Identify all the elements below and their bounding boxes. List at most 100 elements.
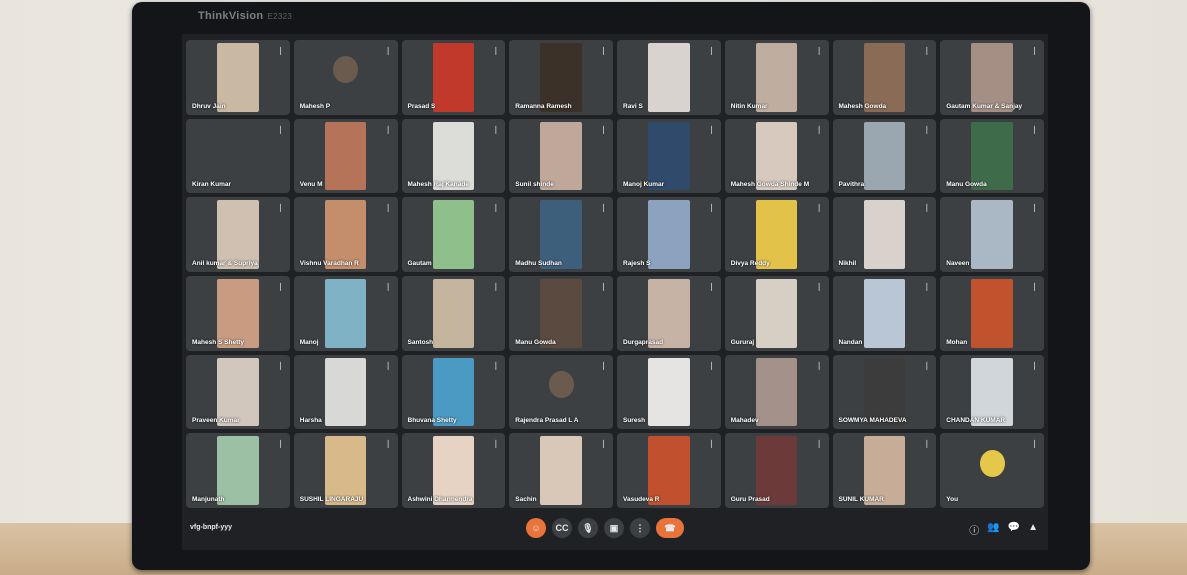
participant-grid: ❘ Dhruv Jain ❘ Mahesh P ❘ Prasad S ❘ Ramanna Ra… <box>186 40 1044 508</box>
participant-tile[interactable]: ❘ Mahesh Gowda Shinde M <box>724 118 829 194</box>
participant-tile[interactable]: ❘ Mohan <box>940 275 1044 351</box>
participant-tile[interactable]: ❘ Manjunath <box>186 433 290 508</box>
participant-tile[interactable]: ❘ Nikhil <box>832 197 937 272</box>
mic-muted-icon: ❘ <box>492 360 500 370</box>
participant-tile[interactable]: ❘ Bhuvana Shetty <box>401 354 506 430</box>
participant-video <box>863 278 906 348</box>
mic-muted-icon: ❘ <box>384 124 392 134</box>
participant-tile[interactable]: ❘ Anil kumar & Supriya <box>186 197 290 272</box>
participant-tile[interactable]: ❘ Divya Reddy <box>724 197 829 272</box>
participant-name: Divya Reddy <box>730 259 770 267</box>
participant-tile[interactable]: ❘ Manoj Kumar <box>617 118 721 194</box>
participant-tile[interactable]: ❘ Manoj <box>293 275 398 351</box>
participant-tile[interactable]: ❘ CHANDAN KUMAR <box>940 354 1044 430</box>
participant-tile[interactable]: ❘ Mahesh S Shetty <box>186 275 290 351</box>
participant-tile[interactable]: ❘ Nandan <box>832 275 937 351</box>
participant-video <box>432 43 475 112</box>
mic-muted-icon: ❘ <box>277 46 284 55</box>
participant-name: Vasudeva R <box>623 495 660 503</box>
participant-video <box>971 278 1013 348</box>
participant-tile[interactable]: ❘ Sunil shinde <box>509 118 613 194</box>
participant-tile[interactable]: ❘ Manu Gowda <box>509 275 613 351</box>
mic-muted-icon: ❘ <box>1031 360 1038 370</box>
people-icon[interactable]: 👥 <box>987 522 999 537</box>
participant-tile[interactable]: ❘ Harsha <box>293 354 398 430</box>
mic-muted-icon: ❘ <box>277 439 284 449</box>
participant-tile[interactable]: ❘ Suresh <box>617 354 721 430</box>
participant-tile[interactable]: ❘ Durgaprasad <box>617 275 721 351</box>
reactions-button[interactable]: ☺ <box>526 518 546 538</box>
mic-muted-icon: ❘ <box>600 439 607 449</box>
info-icon[interactable]: ⓘ <box>969 522 979 537</box>
mic-muted-icon: ❘ <box>277 124 284 134</box>
participant-name: Rajendra Prasad L A <box>515 417 579 425</box>
participant-tile[interactable]: ❘ Dhruv Jain <box>186 40 290 115</box>
meet-screen: ❘ Dhruv Jain ❘ Mahesh P ❘ Prasad S ❘ Ramanna Ra… <box>182 34 1048 550</box>
participant-tile[interactable]: ❘ Mahadev <box>724 354 829 430</box>
participant-tile[interactable]: ❘ Mahesh Raj Kanade <box>401 118 506 194</box>
participant-name: Mahesh Raj Kanade <box>407 181 469 189</box>
mic-muted-icon: ❘ <box>815 281 823 291</box>
chat-icon[interactable]: 💬 <box>1008 522 1020 537</box>
participant-name: Venu M <box>299 181 323 189</box>
participant-name: Gururaj <box>730 338 755 346</box>
participant-tile[interactable]: ❘ Mahesh P <box>293 40 398 115</box>
mic-muted-icon: ❘ <box>384 46 392 55</box>
participant-tile[interactable]: ❘ Gautam <box>401 197 506 272</box>
participant-video <box>648 278 690 348</box>
mic-muted-icon: ❘ <box>815 360 823 370</box>
participant-tile[interactable]: ❘ Santosh <box>401 275 506 351</box>
participant-name: Vishnu Varadhan R <box>299 259 359 267</box>
participant-tile[interactable]: ❘ Ravi S <box>617 40 721 115</box>
camera-button[interactable]: ▣ <box>604 518 624 538</box>
participant-tile[interactable]: ❘ Manu Gowda <box>940 118 1044 194</box>
participant-name: Manoj Kumar <box>623 181 665 189</box>
participant-name: Prasad S <box>407 102 436 110</box>
participant-tile[interactable]: ❘ Vishnu Varadhan R <box>293 197 398 272</box>
participant-tile[interactable]: ❘ Ramanna Ramesh <box>509 40 613 115</box>
mic-button[interactable]: 🎙 <box>578 518 598 538</box>
participant-tile[interactable]: ❘ Rajesh S <box>617 197 721 272</box>
participant-tile[interactable]: ❘ Nitin Kumar <box>724 40 829 115</box>
participant-tile[interactable]: ❘ SUSHIL LINGARAJU <box>293 433 398 508</box>
mic-muted-icon: ❘ <box>384 439 392 449</box>
participant-tile[interactable]: ❘ Praveen Kumar <box>186 354 290 430</box>
participant-tile[interactable]: ❘ Gururaj <box>724 275 829 351</box>
participant-tile[interactable]: ❘ Guru Prasad <box>724 433 829 508</box>
end-call-button[interactable]: ☎ <box>656 518 684 538</box>
mic-muted-icon: ❘ <box>277 281 284 291</box>
participant-name: Mahesh P <box>299 102 331 110</box>
participant-avatar <box>548 371 574 398</box>
participant-tile[interactable]: ❘ You <box>940 433 1044 508</box>
activities-icon[interactable]: ▲ <box>1028 522 1038 537</box>
mic-muted-icon: ❘ <box>708 439 715 449</box>
participant-video <box>863 436 906 505</box>
more-options-button[interactable]: ⋮ <box>630 518 650 538</box>
participant-tile[interactable]: ❘ Pavithra <box>832 118 937 194</box>
mic-muted-icon: ❘ <box>600 360 607 370</box>
participant-tile[interactable]: ❘ Mahesh Gowda <box>832 40 937 115</box>
participant-tile[interactable]: ❘ Prasad S <box>401 40 506 115</box>
mic-muted-icon: ❘ <box>815 439 823 449</box>
participant-tile[interactable]: ❘ Rajendra Prasad L A <box>509 354 613 430</box>
captions-button[interactable]: CC <box>552 518 572 538</box>
participant-tile[interactable]: ❘ Gautam Kumar & Sanjay <box>940 40 1044 115</box>
participant-tile[interactable]: ❘ Madhu Sudhan <box>509 197 613 272</box>
participant-name: Bhuvana Shetty <box>407 417 457 425</box>
participant-name: Rajesh S <box>623 259 651 267</box>
participant-tile[interactable]: ❘ Naveen <box>940 197 1044 272</box>
participant-tile[interactable]: ❘ Vasudeva R <box>617 433 721 508</box>
mic-muted-icon: ❘ <box>1031 281 1038 291</box>
participant-name: Mohan <box>946 338 968 346</box>
participant-video <box>540 200 582 269</box>
participant-tile[interactable]: ❘ Ashwini Dharmendra <box>401 433 506 508</box>
participant-tile[interactable]: ❘ Kiran Kumar <box>186 118 290 194</box>
mic-muted-icon: ❘ <box>1031 124 1038 134</box>
participant-tile[interactable]: ❘ Venu M <box>293 118 398 194</box>
participant-tile[interactable]: ❘ SUNIL KUMAR <box>832 433 937 508</box>
participant-name: Suresh <box>623 417 646 425</box>
mic-muted-icon: ❘ <box>923 124 931 134</box>
participant-tile[interactable]: ❘ Sachin <box>509 433 613 508</box>
participant-tile[interactable]: ❘ SOWMYA MAHADEVA <box>832 354 937 430</box>
participant-name: Praveen Kumar <box>192 417 240 425</box>
